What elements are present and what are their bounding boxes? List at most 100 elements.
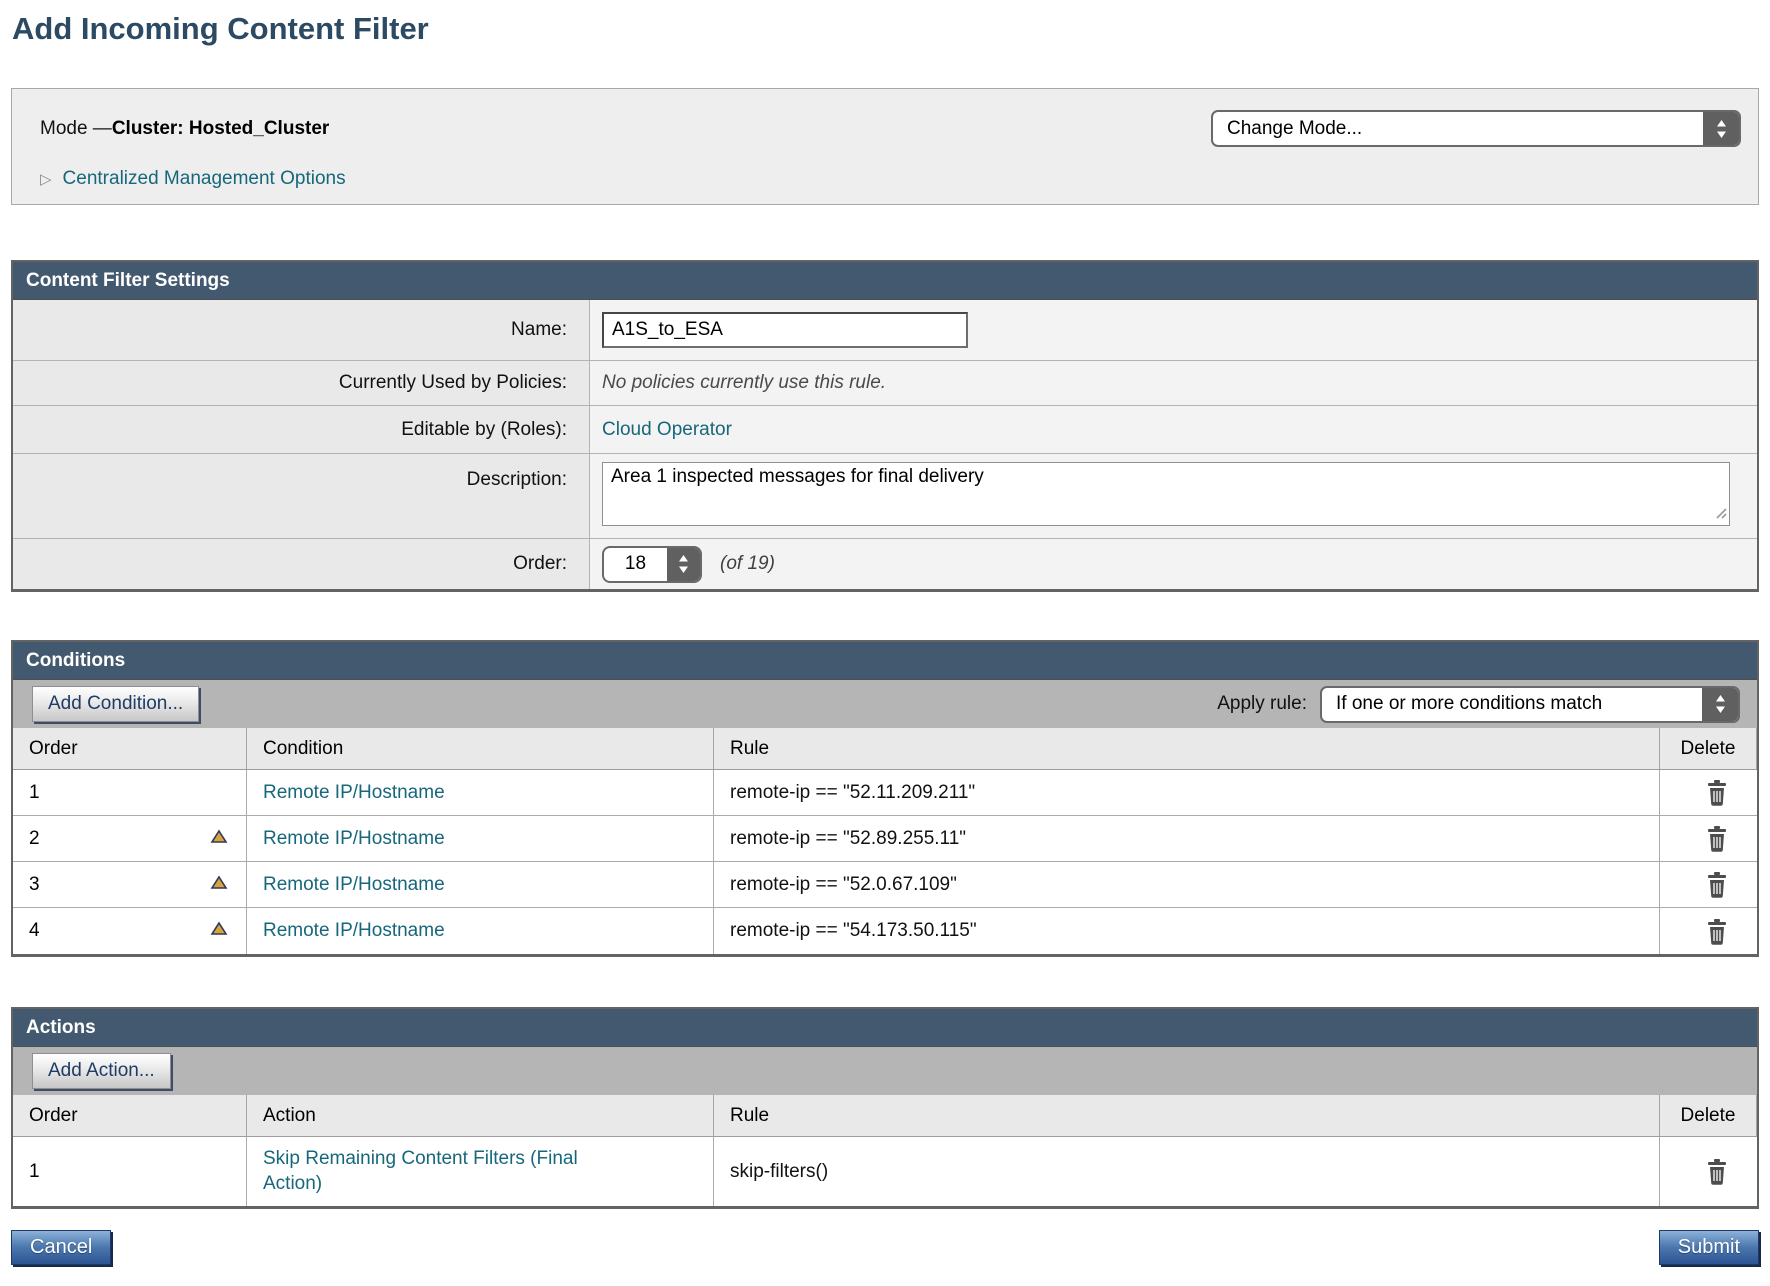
rule-text: remote-ip == "54.173.50.115" — [730, 920, 977, 942]
expand-triangle-icon: ▷ — [40, 172, 52, 187]
centralized-management-options-toggle[interactable]: ▷ Centralized Management Options — [40, 168, 346, 190]
stepper-icon — [1702, 688, 1738, 721]
rule-text: remote-ip == "52.11.209.211" — [730, 782, 975, 804]
main-content: Mode —Cluster: Hosted_Cluster Change Mod… — [0, 88, 1770, 1209]
condition-cell: Remote IP/Hostname — [247, 908, 714, 954]
mode-panel: Mode —Cluster: Hosted_Cluster Change Mod… — [11, 88, 1759, 205]
move-up-icon[interactable] — [210, 828, 228, 850]
page-title: Add Incoming Content Filter — [0, 0, 1770, 48]
condition-row: 3 Remote IP/Hostname remote-ip == "52.0.… — [13, 862, 1757, 908]
mode-value: Cluster: Hosted_Cluster — [112, 118, 330, 139]
delete-button[interactable] — [1705, 918, 1729, 945]
settings-row-name: Name: — [13, 300, 1757, 361]
order-value-cell: 18 (of 19) — [590, 539, 1757, 589]
condition-cell: Remote IP/Hostname — [247, 816, 714, 861]
condition-order: 1 — [29, 782, 40, 804]
rule-text: remote-ip == "52.0.67.109" — [730, 874, 957, 896]
apply-rule-label: Apply rule: — [1217, 693, 1307, 715]
delete-button[interactable] — [1705, 1158, 1729, 1185]
trash-icon — [1705, 871, 1729, 898]
roles-label: Editable by (Roles): — [13, 406, 590, 453]
condition-order: 3 — [29, 874, 40, 896]
submit-button[interactable]: Submit — [1659, 1230, 1759, 1265]
trash-icon — [1705, 1158, 1729, 1185]
apply-rule-wrap: Apply rule: If one or more conditions ma… — [1217, 686, 1740, 723]
delete-button[interactable] — [1705, 779, 1729, 806]
apply-rule-select[interactable]: If one or more conditions match — [1320, 686, 1740, 723]
description-textarea[interactable]: Area 1 inspected messages for final deli… — [602, 462, 1730, 526]
cancel-button[interactable]: Cancel — [11, 1230, 111, 1265]
action-cell: Skip Remaining Content Filters (Final Ac… — [247, 1137, 714, 1206]
name-input[interactable] — [602, 312, 968, 348]
condition-order: 4 — [29, 920, 40, 942]
condition-cell: Remote IP/Hostname — [247, 770, 714, 815]
delete-button[interactable] — [1705, 825, 1729, 852]
condition-order-cell: 2 — [13, 816, 247, 861]
page: Add Incoming Content Filter Mode —Cluste… — [0, 0, 1770, 1286]
delete-cell — [1660, 816, 1757, 861]
trash-icon — [1705, 918, 1729, 945]
action-order: 1 — [29, 1161, 40, 1183]
rule-cell: remote-ip == "52.89.255.11" — [714, 816, 1660, 861]
roles-value-cell: Cloud Operator — [590, 406, 1757, 453]
column-header-delete: Delete — [1660, 728, 1757, 769]
column-header-action: Action — [247, 1095, 714, 1136]
centralized-management-options-link: Centralized Management Options — [63, 168, 346, 190]
action-order-cell: 1 — [13, 1137, 247, 1206]
condition-order-cell: 1 — [13, 770, 247, 815]
condition-order: 2 — [29, 828, 40, 850]
settings-row-order: Order: 18 (of 19) — [13, 539, 1757, 589]
rule-cell: remote-ip == "52.0.67.109" — [714, 862, 1660, 907]
add-action-button[interactable]: Add Action... — [32, 1053, 171, 1089]
order-stepper[interactable]: 18 — [602, 546, 702, 583]
order-value: 18 — [604, 548, 667, 581]
settings-row-policies: Currently Used by Policies: No policies … — [13, 361, 1757, 406]
change-mode-select[interactable]: Change Mode... — [1211, 110, 1741, 147]
column-header-rule: Rule — [714, 1095, 1660, 1136]
condition-order-cell: 3 — [13, 862, 247, 907]
conditions-section-header: Conditions — [13, 642, 1757, 680]
trash-icon — [1705, 825, 1729, 852]
actions-table: Actions Add Action... Order Action Rule … — [11, 1007, 1759, 1209]
rule-cell: remote-ip == "52.11.209.211" — [714, 770, 1660, 815]
delete-button[interactable] — [1705, 871, 1729, 898]
name-value-cell — [590, 300, 1757, 360]
column-header-delete: Delete — [1660, 1095, 1757, 1136]
rule-text: remote-ip == "52.89.255.11" — [730, 828, 966, 850]
policies-value: No policies currently use this rule. — [602, 372, 886, 394]
condition-link[interactable]: Remote IP/Hostname — [263, 828, 445, 850]
actions-section-header: Actions — [13, 1009, 1757, 1047]
condition-row: 4 Remote IP/Hostname remote-ip == "54.17… — [13, 908, 1757, 954]
rule-cell: remote-ip == "54.173.50.115" — [714, 908, 1660, 954]
delete-cell — [1660, 862, 1757, 907]
actions-header-row: Order Action Rule Delete — [13, 1095, 1757, 1137]
action-row: 1 Skip Remaining Content Filters (Final … — [13, 1137, 1757, 1206]
policies-value-cell: No policies currently use this rule. — [590, 361, 1757, 405]
rule-text: skip-filters() — [730, 1161, 828, 1183]
column-header-order: Order — [13, 1095, 247, 1136]
policies-label: Currently Used by Policies: — [13, 361, 590, 405]
action-link[interactable]: Skip Remaining Content Filters (Final Ac… — [263, 1137, 633, 1206]
roles-value-link[interactable]: Cloud Operator — [602, 419, 732, 441]
content-filter-settings-table: Content Filter Settings Name: Currently … — [11, 260, 1759, 592]
condition-row: 2 Remote IP/Hostname remote-ip == "52.89… — [13, 816, 1757, 862]
actions-toolbar: Add Action... — [13, 1047, 1757, 1095]
description-label: Description: — [13, 454, 590, 538]
apply-rule-selected-option: If one or more conditions match — [1322, 688, 1702, 721]
condition-link[interactable]: Remote IP/Hostname — [263, 920, 445, 942]
settings-row-roles: Editable by (Roles): Cloud Operator — [13, 406, 1757, 454]
stepper-icon — [667, 548, 700, 581]
move-up-icon[interactable] — [210, 920, 228, 942]
name-label: Name: — [13, 300, 590, 360]
mode-text: Mode —Cluster: Hosted_Cluster — [40, 118, 329, 140]
add-condition-button[interactable]: Add Condition... — [32, 686, 199, 722]
condition-link[interactable]: Remote IP/Hostname — [263, 782, 445, 804]
stepper-icon — [1703, 112, 1739, 145]
condition-row: 1 Remote IP/Hostname remote-ip == "52.11… — [13, 770, 1757, 816]
move-up-icon[interactable] — [210, 874, 228, 896]
trash-icon — [1705, 779, 1729, 806]
resize-grip-icon[interactable] — [1713, 503, 1727, 525]
condition-order-cell: 4 — [13, 908, 247, 954]
mode-label: Mode — — [40, 118, 112, 139]
condition-link[interactable]: Remote IP/Hostname — [263, 874, 445, 896]
